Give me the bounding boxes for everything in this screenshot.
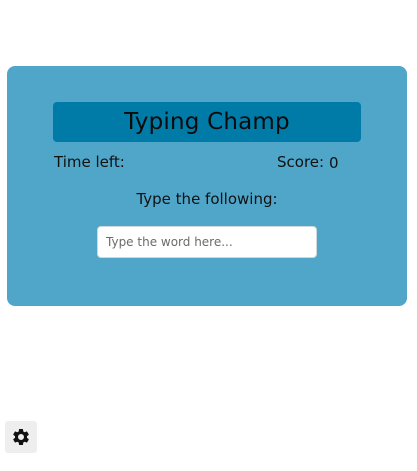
- page-title: Typing Champ: [53, 102, 361, 142]
- game-panel: Typing Champ Time left: Score: 0 Type th…: [7, 66, 407, 306]
- score-label: Score:: [277, 153, 325, 171]
- gear-icon: [13, 428, 29, 445]
- settings-button[interactable]: [5, 421, 37, 453]
- word-input[interactable]: [97, 226, 317, 258]
- prompt-label: Type the following:: [136, 190, 278, 208]
- score-value: 0: [329, 154, 339, 172]
- title-text: Typing Champ: [124, 109, 290, 135]
- time-left-label: Time left:: [54, 153, 125, 171]
